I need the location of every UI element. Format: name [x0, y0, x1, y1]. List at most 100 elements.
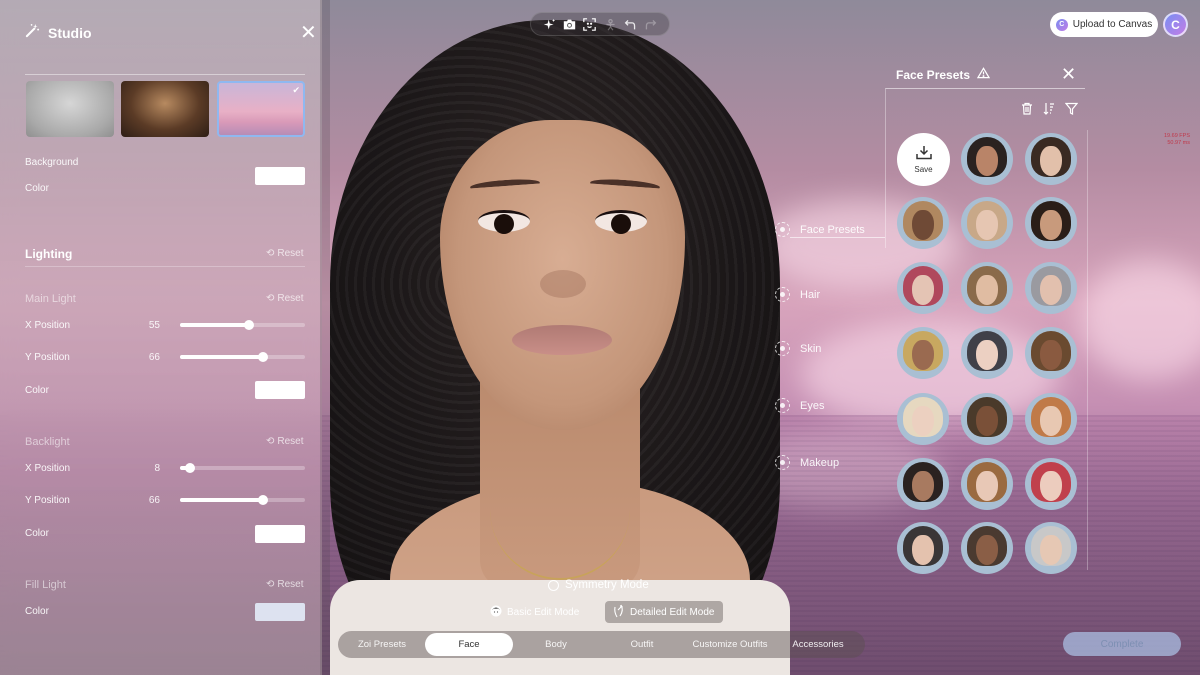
backlight-color-swatch[interactable]: [255, 525, 305, 543]
complete-button[interactable]: Complete: [1063, 632, 1181, 656]
face-preset-15[interactable]: [897, 458, 949, 510]
slider-knob[interactable]: [257, 352, 268, 362]
backlight-x-value: 8: [154, 463, 160, 474]
face-preset-2[interactable]: [1025, 133, 1077, 185]
save-preset-button[interactable]: Save: [897, 133, 950, 186]
nose: [540, 270, 586, 298]
preset-face: [1040, 275, 1062, 305]
upload-to-canvas-label: Upload to Canvas: [1072, 19, 1153, 30]
main-light-title: Main Light: [25, 293, 76, 305]
redo-icon[interactable]: [643, 16, 659, 32]
preset-face: [1040, 210, 1062, 240]
main-light-y-slider[interactable]: [180, 352, 305, 362]
backlight-x-slider[interactable]: [180, 463, 305, 473]
tab-body[interactable]: Body: [514, 633, 598, 656]
preset-face: [912, 340, 934, 370]
cloud: [1080, 260, 1200, 380]
face-scan-icon[interactable]: [582, 16, 598, 32]
camera-icon[interactable]: [561, 16, 577, 32]
main-light-color-swatch[interactable]: [255, 381, 305, 399]
filter-icon[interactable]: [1064, 101, 1078, 115]
detailed-edit-mode-button[interactable]: Detailed Edit Mode: [605, 601, 723, 623]
backlight-y-slider[interactable]: [180, 495, 305, 505]
face-presets-scrollbar[interactable]: [1087, 130, 1088, 570]
basic-edit-mode-button[interactable]: Basic Edit Mode: [482, 601, 587, 623]
face-preset-14[interactable]: [1025, 393, 1077, 445]
face-preset-9[interactable]: [897, 327, 949, 379]
symmetry-mode-toggle[interactable]: Symmetry Mode: [548, 579, 649, 591]
face-preset-3[interactable]: [897, 197, 949, 249]
category-skin[interactable]: Skin: [775, 341, 821, 356]
slider-knob[interactable]: [185, 463, 195, 473]
canvas-logo-icon: C: [1055, 18, 1068, 31]
reset-icon: ⟲: [266, 293, 275, 304]
preset-face: [912, 535, 934, 565]
fill-light-color-swatch[interactable]: [255, 603, 305, 621]
magic-wand-icon: [25, 23, 40, 43]
warning-icon[interactable]: [976, 67, 991, 82]
slider-knob[interactable]: [257, 495, 268, 505]
main-light-y-label: Y Position: [25, 352, 70, 363]
category-eyes[interactable]: Eyes: [775, 398, 824, 413]
trash-icon[interactable]: [1020, 101, 1034, 115]
face-preset-20[interactable]: [1025, 522, 1077, 574]
tab-accessories[interactable]: Accessories: [774, 633, 862, 656]
backlight-title: Backlight: [25, 436, 70, 448]
download-icon: [915, 145, 932, 162]
sort-icon[interactable]: [1042, 101, 1056, 115]
face-preset-1[interactable]: [961, 133, 1013, 185]
backlight-color-label: Color: [25, 528, 49, 539]
face-preset-7[interactable]: [961, 262, 1013, 314]
divider: [25, 266, 305, 267]
background-option-gray-studio[interactable]: [26, 81, 114, 137]
category-hair[interactable]: Hair: [775, 287, 820, 302]
lighting-reset-button[interactable]: ⟲ Reset: [266, 248, 304, 259]
background-color-swatch[interactable]: [255, 167, 305, 185]
background-option-pink-clouds[interactable]: ✔: [217, 81, 305, 137]
main-light-color-label: Color: [25, 385, 49, 396]
face-preset-13[interactable]: [961, 393, 1013, 445]
lighting-title: Lighting: [25, 247, 73, 261]
slider-knob[interactable]: [243, 320, 254, 330]
fill-light-reset-button[interactable]: ⟲ Reset: [266, 579, 304, 590]
face-preset-10[interactable]: [961, 327, 1013, 379]
preset-face: [976, 146, 998, 176]
backlight-y-value: 66: [148, 495, 160, 506]
preset-face: [1040, 406, 1062, 436]
undo-icon[interactable]: [622, 16, 638, 32]
face-preset-8[interactable]: [1025, 262, 1077, 314]
close-face-presets-button[interactable]: ✕: [1061, 64, 1076, 84]
category-label: Face Presets: [800, 223, 865, 236]
background-option-cozy-room[interactable]: [121, 81, 209, 137]
face-preset-4[interactable]: [961, 197, 1013, 249]
frame-time-value: 50.97 ms: [1167, 140, 1190, 146]
studio-panel: Studio ✕ ✔ Background Color Lighting ⟲ Re…: [0, 0, 330, 675]
main-light-reset-button[interactable]: ⟲ Reset: [266, 293, 304, 304]
tab-zoi-presets[interactable]: Zoi Presets: [340, 633, 424, 656]
slider-fill: [180, 355, 263, 359]
category-makeup[interactable]: Makeup: [775, 455, 839, 470]
close-studio-button[interactable]: ✕: [300, 23, 317, 43]
face-preset-11[interactable]: [1025, 327, 1077, 379]
face-preset-6[interactable]: [897, 262, 949, 314]
face-preset-12[interactable]: [897, 393, 949, 445]
face-preset-16[interactable]: [961, 458, 1013, 510]
backlight-reset-button[interactable]: ⟲ Reset: [266, 436, 304, 447]
face-presets-header: Face Presets: [896, 67, 991, 82]
face-preset-17[interactable]: [1025, 458, 1077, 510]
tab-outfit[interactable]: Outfit: [600, 633, 684, 656]
main-light-x-slider[interactable]: [180, 320, 305, 330]
tab-face[interactable]: Face: [425, 633, 513, 656]
face-preset-5[interactable]: [1025, 197, 1077, 249]
reset-icon: ⟲: [266, 579, 275, 590]
category-face-presets[interactable]: Face Presets: [775, 222, 865, 237]
face-preset-18[interactable]: [897, 522, 949, 574]
sparkle-icon[interactable]: [541, 16, 557, 32]
character-model[interactable]: [330, 0, 790, 675]
face-preset-19[interactable]: [961, 522, 1013, 574]
background-label: Background: [25, 157, 79, 168]
tab-customize-outfits[interactable]: Customize Outfits: [690, 633, 770, 656]
upload-to-canvas-button[interactable]: C Upload to Canvas: [1050, 12, 1158, 37]
user-avatar[interactable]: C: [1163, 12, 1188, 37]
body-pose-icon[interactable]: [602, 16, 618, 32]
